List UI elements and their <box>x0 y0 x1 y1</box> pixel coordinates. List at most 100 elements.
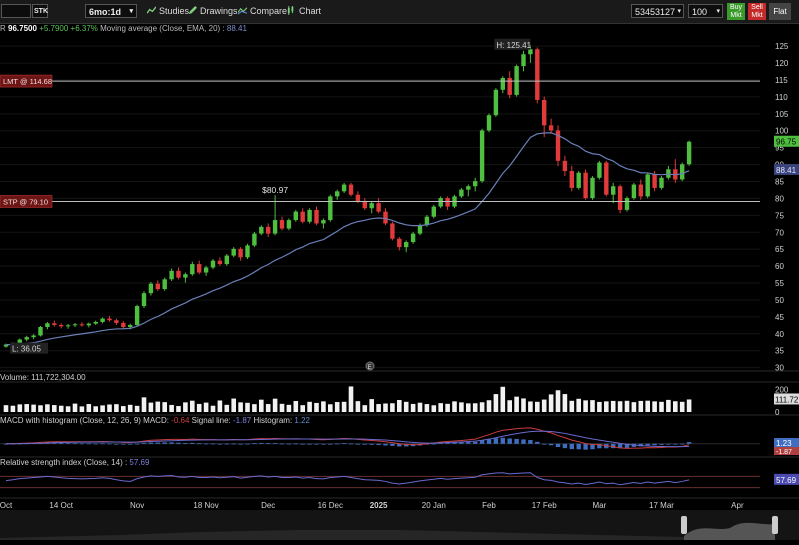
volume-tick-label: 200 <box>775 386 789 395</box>
volume-bar <box>383 403 388 412</box>
candle-body <box>459 189 464 197</box>
volume-bar <box>341 401 347 412</box>
navigator-right-handle[interactable] <box>772 516 778 534</box>
candle-body <box>107 318 112 321</box>
macd-histogram-bar <box>362 443 367 445</box>
volume-bar <box>479 402 485 412</box>
volume-bar <box>162 402 167 412</box>
macd-histogram-bar <box>535 441 540 444</box>
volume-bar <box>183 402 188 412</box>
macd-histogram-bar <box>583 443 588 450</box>
volume-bar <box>486 400 492 412</box>
navigator-left-handle[interactable] <box>681 516 687 534</box>
candle-body <box>521 54 526 67</box>
price-tick-label: 85 <box>775 178 784 187</box>
volume-bar <box>514 396 519 412</box>
macd-histogram-bar <box>224 443 229 445</box>
volume-bar <box>45 404 50 412</box>
volume-bar <box>555 390 561 412</box>
volume-bar <box>659 401 664 412</box>
volume-bar <box>65 406 71 412</box>
macd-histogram-bar <box>645 443 650 446</box>
price-tick-label: 110 <box>775 93 788 102</box>
macd-histogram-bar <box>266 443 271 445</box>
date-tick-label: 17 Feb <box>532 501 557 510</box>
volume-bar <box>245 402 250 412</box>
candle-body <box>121 322 126 328</box>
volume-bar <box>348 386 354 412</box>
macd-histogram-bar <box>141 443 147 444</box>
price-tick-label: 120 <box>775 59 789 68</box>
macd-histogram-bar <box>272 443 278 444</box>
chart-navigator[interactable] <box>0 510 799 540</box>
candle-body <box>86 323 91 326</box>
volume-bar <box>141 397 147 412</box>
macd-histogram-bar <box>300 443 305 445</box>
volume-bar <box>438 403 443 412</box>
candle-body <box>542 99 547 126</box>
candle-body <box>190 264 195 275</box>
volume-bar <box>307 401 312 412</box>
volume-bar <box>403 401 409 412</box>
volume-bar <box>238 402 243 412</box>
volume-bar <box>17 404 23 412</box>
volume-bar <box>334 402 340 412</box>
chart-canvas[interactable]: LMT @ 114.68 STP @ 79.10 30 35 40 45 50 55 60 65… <box>0 0 799 510</box>
candle-body <box>473 181 478 187</box>
candle-body <box>203 267 209 273</box>
macd-histogram-bar <box>65 443 71 444</box>
volume-bar <box>583 400 588 412</box>
macd-histogram-bar <box>217 443 223 445</box>
candle-body <box>314 209 319 224</box>
macd-histogram-bar <box>307 443 312 445</box>
candle-body <box>404 242 409 248</box>
macd-histogram-bar <box>155 442 160 444</box>
volume-bar <box>58 405 64 412</box>
candle-body <box>548 125 554 131</box>
macd-histogram-bar <box>652 443 657 446</box>
candle-body <box>583 172 588 199</box>
volume-bar <box>459 402 464 412</box>
volume-bar <box>493 394 499 412</box>
date-axis: Oct 14 Oct Nov 18 Nov Dec 16 Dec 2025 20 Jan Feb… <box>0 501 744 510</box>
volume-bar <box>576 398 581 412</box>
volume-bar <box>176 406 181 412</box>
macd-histogram-bar <box>321 443 326 445</box>
candle-body <box>569 171 574 188</box>
volume-bar <box>638 400 644 412</box>
date-tick-label: Apr <box>731 501 744 510</box>
macd-histogram-bar <box>72 443 78 445</box>
candle-body <box>31 335 36 338</box>
price-axis: 3035404550556065707580859095100105110115… <box>774 42 799 373</box>
volume-bar <box>679 401 685 412</box>
volume-bar <box>272 398 278 412</box>
volume-bar <box>541 399 547 412</box>
candle-body <box>328 196 333 221</box>
candle-body <box>176 270 181 278</box>
candle-body <box>134 306 140 325</box>
candle-body <box>507 77 512 95</box>
volume-bar <box>252 404 257 412</box>
date-tick-label: 20 Jan <box>422 501 446 510</box>
candle-body <box>245 245 250 258</box>
macd-histogram-bar <box>548 443 554 446</box>
macd-histogram-bar <box>293 443 298 445</box>
candle-body <box>535 49 540 100</box>
candle-body <box>680 164 685 180</box>
date-tick-label: 2025 <box>370 501 388 510</box>
volume-bar <box>673 401 678 412</box>
candle-body <box>128 324 133 328</box>
macd-histogram-bar <box>279 443 285 445</box>
volume-bar <box>259 399 264 412</box>
volume-bar <box>31 404 36 412</box>
candle-body <box>217 260 223 265</box>
candle-body <box>141 293 147 307</box>
candle-body <box>528 49 533 55</box>
macd-histogram-bar <box>128 443 133 445</box>
macd-histogram-bar <box>431 443 436 445</box>
macd-histogram-bar <box>252 443 257 445</box>
candle-body <box>562 160 568 172</box>
candle-body <box>272 220 278 234</box>
macd-histogram-bar <box>390 443 395 446</box>
macd-histogram-bar <box>486 439 492 444</box>
